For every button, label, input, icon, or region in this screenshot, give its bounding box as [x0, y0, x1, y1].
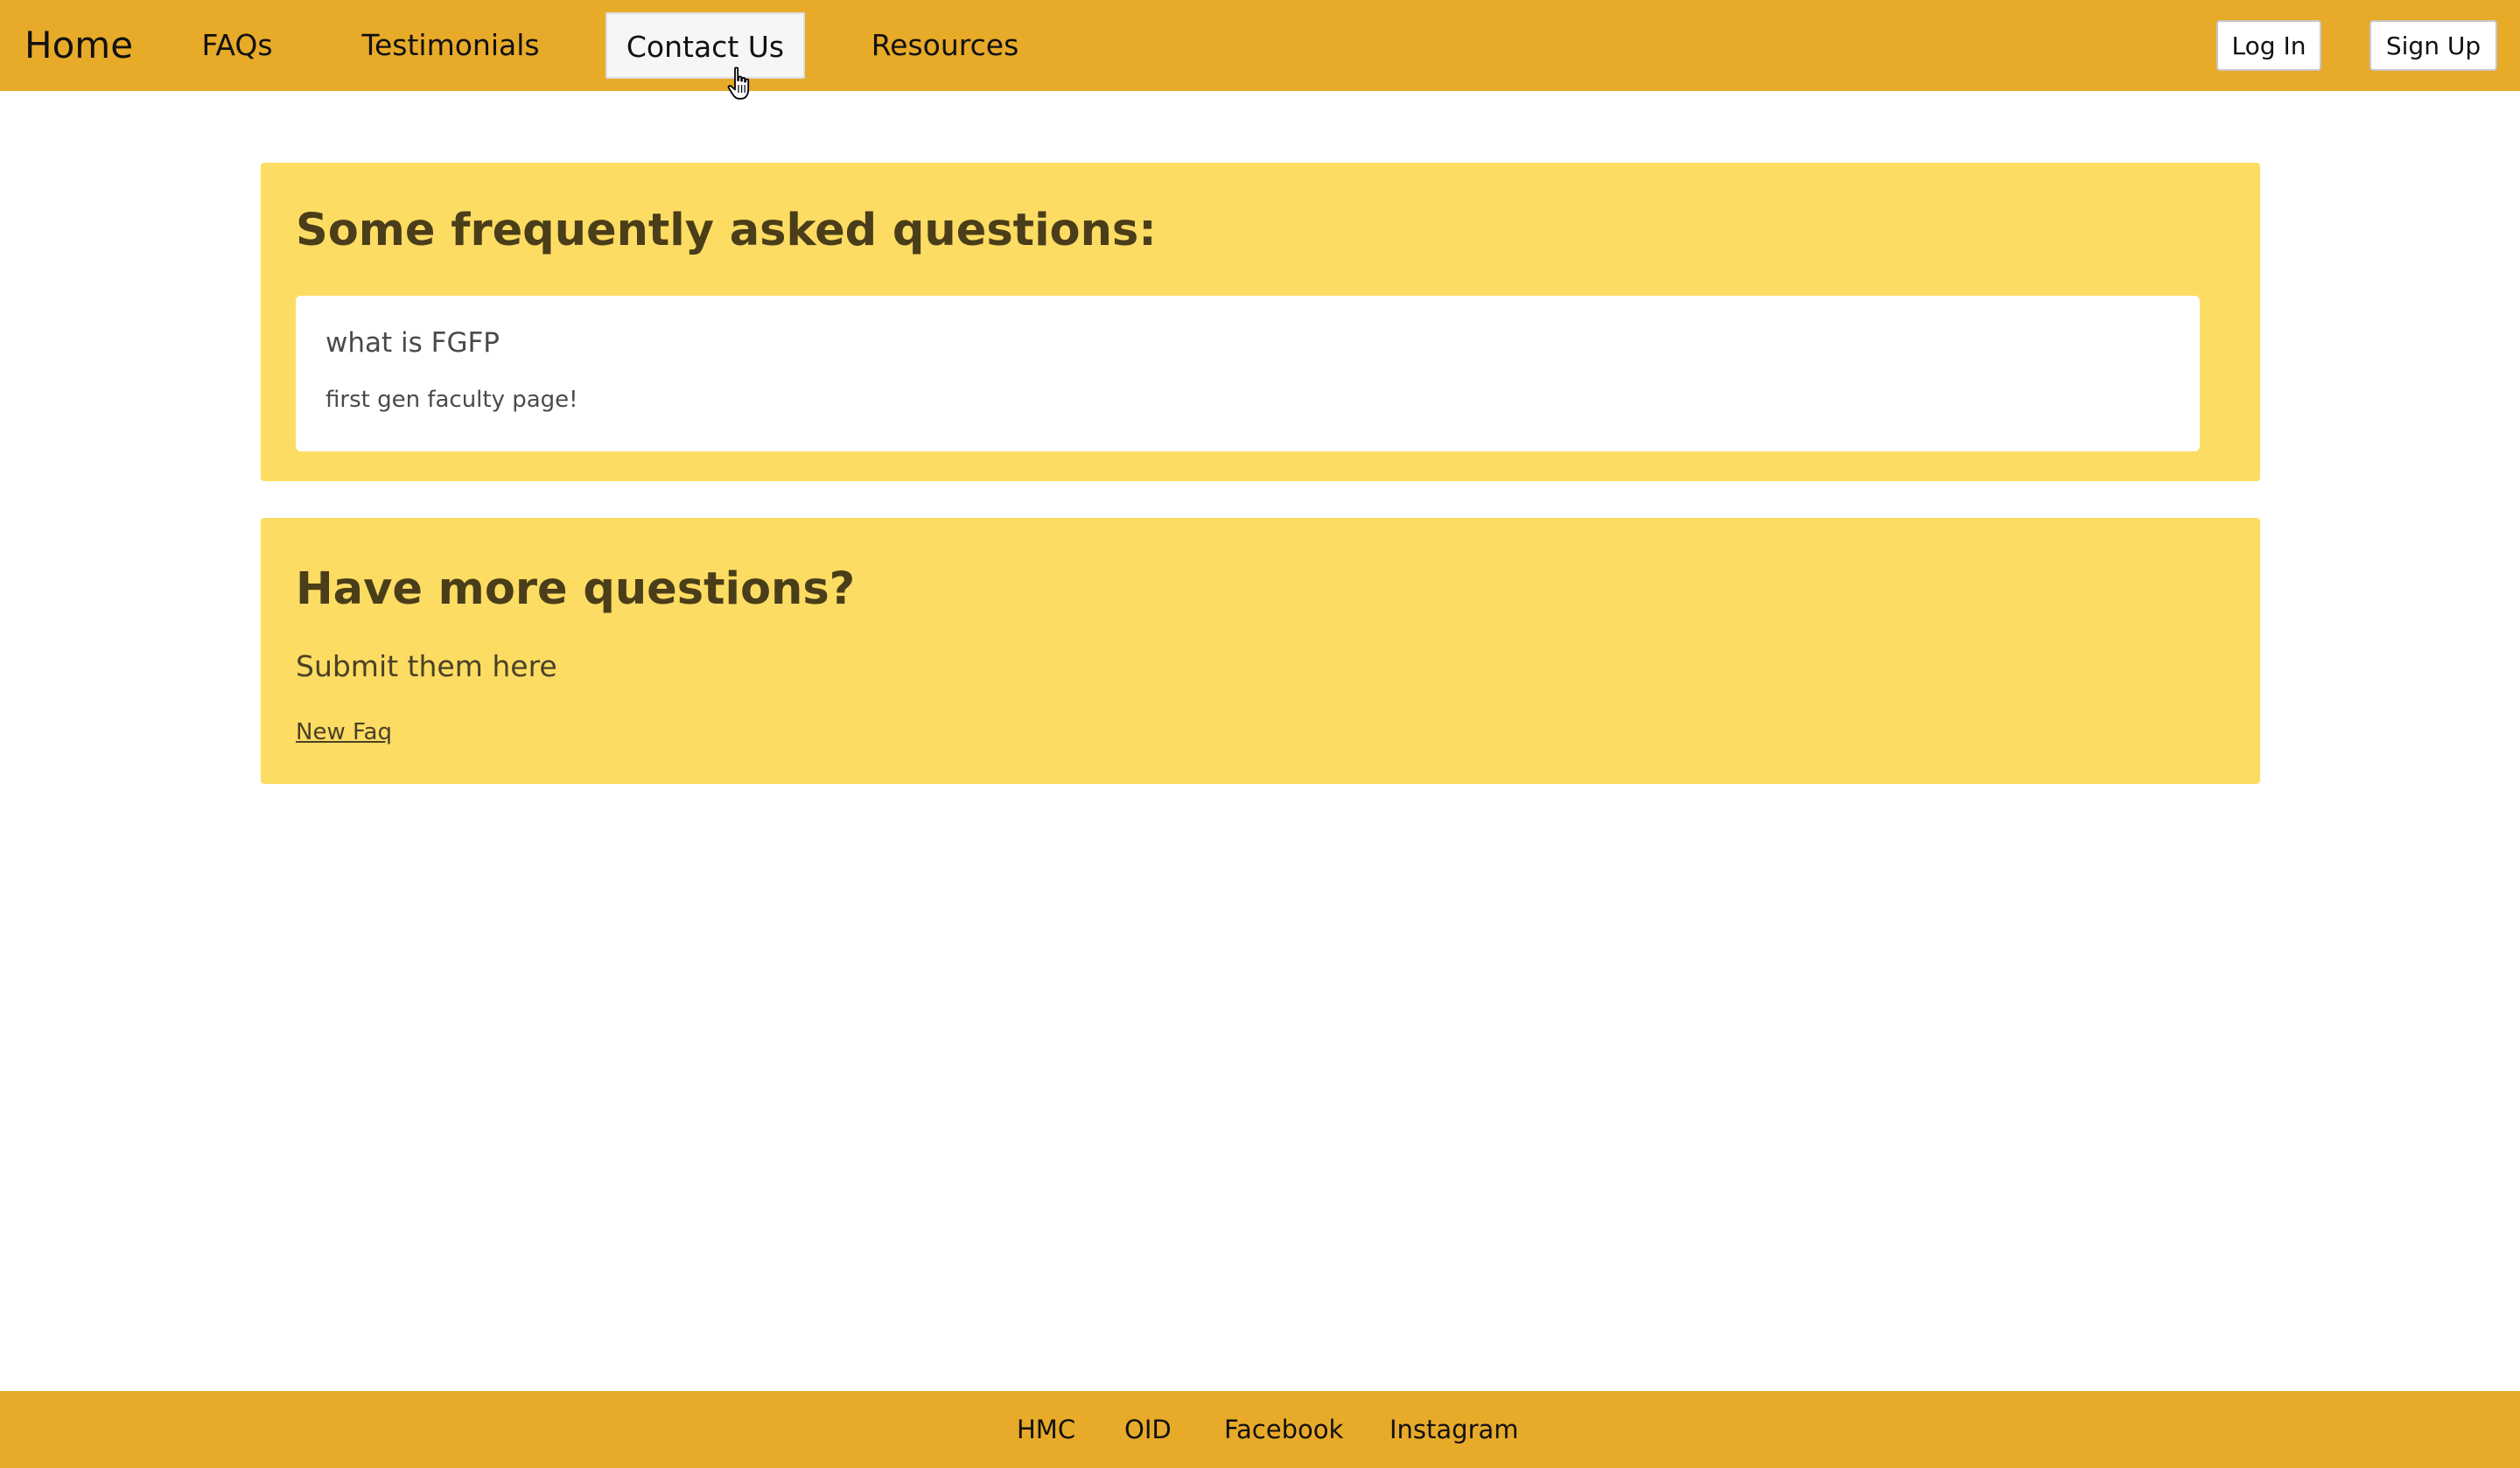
- faq-answer: first gen faculty page!: [326, 387, 578, 413]
- home-link[interactable]: Home: [24, 21, 133, 70]
- nav-link-contact-us[interactable]: Contact Us: [606, 12, 805, 79]
- nav-link-testimonials[interactable]: Testimonials: [357, 12, 544, 79]
- footer-link-instagram[interactable]: Instagram: [1390, 1410, 1519, 1449]
- more-questions-title: Have more questions?: [296, 563, 856, 615]
- submit-text: Submit them here: [296, 649, 557, 683]
- log-in-button[interactable]: Log In: [2216, 20, 2321, 71]
- top-navbar: Home FAQs Testimonials Contact Us Resour…: [0, 0, 2520, 91]
- nav-link-resources[interactable]: Resources: [859, 12, 1031, 79]
- new-faq-link[interactable]: New Faq: [296, 719, 392, 745]
- nav-link-faqs[interactable]: FAQs: [189, 12, 285, 79]
- sign-up-button[interactable]: Sign Up: [2370, 20, 2497, 71]
- faq-item: what is FGFP first gen faculty page!: [296, 296, 2200, 451]
- footer-link-oid[interactable]: OID: [1124, 1410, 1172, 1449]
- more-questions-section: Have more questions? Submit them here Ne…: [261, 518, 2260, 784]
- faq-section: Some frequently asked questions: what is…: [261, 163, 2260, 481]
- faq-section-title: Some frequently asked questions:: [296, 205, 1157, 256]
- footer-link-hmc[interactable]: HMC: [1017, 1410, 1075, 1449]
- footer-link-facebook[interactable]: Facebook: [1224, 1410, 1343, 1449]
- faq-question: what is FGFP: [326, 327, 500, 359]
- footer: HMC OID Facebook Instagram: [0, 1391, 2520, 1468]
